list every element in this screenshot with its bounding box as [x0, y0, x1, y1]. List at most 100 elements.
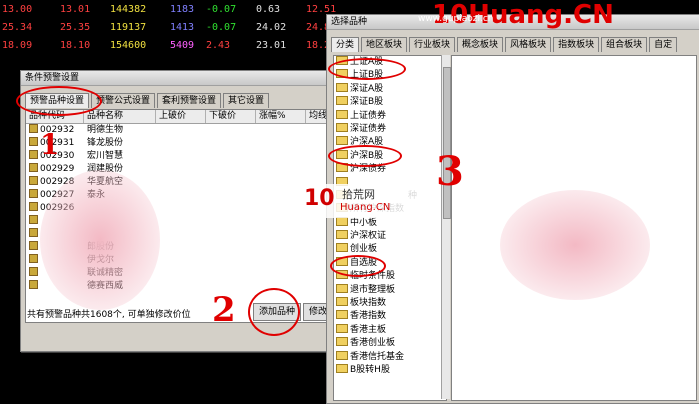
category-item-label: 深证B股 [350, 97, 384, 108]
tab-index[interactable]: 指数板块 [553, 37, 600, 52]
category-item-label: 香港指数 [350, 311, 387, 322]
folder-icon [336, 82, 348, 92]
category-item[interactable]: B股转H股 [334, 363, 446, 377]
folder-icon [336, 243, 348, 253]
ticker-cell: 23.01 [256, 40, 287, 51]
folder-icon [336, 363, 348, 373]
category-item[interactable]: 上证债券 [334, 109, 446, 123]
ticker-cell: 13.00 [2, 4, 33, 15]
col-change[interactable]: 涨幅% [256, 110, 306, 123]
tab-industry[interactable]: 行业板块 [409, 37, 456, 52]
category-item[interactable]: 中小板 [334, 216, 446, 230]
tab-category[interactable]: 分类 [331, 37, 360, 52]
scroll-thumb[interactable] [443, 67, 451, 219]
watermark-logo: 10 拾荒网 Huang.CN [302, 184, 422, 218]
category-item[interactable]: 板块指数 [334, 297, 446, 310]
stock-icon [29, 189, 38, 198]
table-row[interactable]: 002930 宏川智慧 [26, 150, 338, 163]
ticker-cell: 18.09 [2, 40, 33, 51]
ticker-cell: -0.07 [206, 4, 237, 15]
table-row[interactable]: 002932 明德生物 [26, 124, 338, 137]
category-item-label: 深证A股 [350, 83, 384, 94]
folder-icon [336, 310, 348, 320]
category-list[interactable]: 上证A股上证B股深证A股深证B股上证债券深证债券沪深A股沪深B股沪深债券种所有沪… [333, 55, 447, 401]
category-tabs: 分类 地区板块 行业板块 概念板块 风格板块 指数板块 组合板块 自定 [331, 37, 678, 52]
ticker-cell: -0.07 [206, 22, 237, 33]
ticker-cell: 0.63 [256, 4, 281, 15]
category-item[interactable]: 香港指数 [334, 310, 446, 323]
stock-icon [29, 137, 38, 146]
stock-icon [29, 202, 38, 211]
category-item[interactable]: 沪深权证 [334, 230, 446, 243]
tab-custom[interactable]: 自定 [649, 37, 678, 52]
row-name: 宏川智慧 [87, 151, 124, 161]
ticker-cell: 2.43 [206, 40, 231, 51]
category-item[interactable]: 香港主板 [334, 323, 446, 337]
category-item[interactable]: 深证债券 [334, 122, 446, 136]
folder-icon [336, 297, 348, 307]
category-item-label: 香港创业板 [350, 338, 396, 349]
list-scrollbar[interactable] [441, 55, 451, 399]
category-item-label: 中小板 [350, 217, 378, 228]
tab-concept[interactable]: 概念板块 [457, 37, 504, 52]
folder-icon [336, 109, 348, 119]
row-name: 明德生物 [87, 125, 124, 135]
tab-style[interactable]: 风格板块 [505, 37, 552, 52]
folder-icon [336, 230, 348, 240]
folder-icon [336, 216, 348, 226]
annotation-number: 2 [212, 290, 236, 330]
category-item-label: 上证债券 [350, 110, 387, 121]
category-item-label: 香港主板 [350, 324, 387, 335]
ticker-cell: 154600 [110, 40, 147, 51]
stock-icon [29, 163, 38, 172]
ticker-cell: 25.34 [2, 22, 33, 33]
ticker-cell: 119137 [110, 22, 147, 33]
category-item-label: 退市整理板 [350, 284, 396, 295]
ticker-cell: 144382 [110, 4, 147, 15]
stock-icon [29, 150, 38, 159]
category-item[interactable]: 深证B股 [334, 96, 446, 109]
category-item[interactable]: 香港信托基金 [334, 350, 446, 364]
tab-portfolio[interactable]: 组合板块 [601, 37, 648, 52]
dialog-title: 条件预警设置 [21, 71, 341, 86]
folder-icon [336, 96, 348, 106]
annotation-ring [16, 86, 102, 116]
table-row[interactable]: 002929 润建股份 [26, 163, 338, 176]
ticker-cell: 13.01 [60, 4, 91, 15]
category-item[interactable]: 香港创业板 [334, 337, 446, 350]
annotation-number: 1 [40, 128, 60, 161]
col-upper[interactable]: 上破价 [156, 110, 206, 123]
category-item-label: 深证债券 [350, 123, 387, 134]
row-code-text: 002929 [40, 164, 75, 174]
table-row[interactable]: 002931 锋龙股份 [26, 137, 338, 150]
category-item[interactable]: 深证A股 [334, 82, 446, 96]
stock-icon [29, 176, 38, 185]
tab-other-settings[interactable]: 其它设置 [223, 93, 270, 108]
stock-icon [29, 280, 38, 289]
annotation-number: 3 [436, 148, 464, 195]
category-item-label: 沪深权证 [350, 231, 387, 242]
category-item-label: B股转H股 [350, 364, 390, 375]
ticker-cell: 1183 [170, 4, 195, 15]
folder-icon [336, 136, 348, 146]
watermark-logo-name: 拾荒网 [342, 188, 375, 201]
folder-icon [336, 350, 348, 360]
tab-arbitrage-warning[interactable]: 套利预警设置 [157, 93, 222, 108]
ticker-cell: 18.10 [60, 40, 91, 51]
category-item-label: 香港信托基金 [350, 351, 405, 362]
row-name: 锋龙股份 [87, 138, 124, 148]
ticker-cell: 1413 [170, 22, 195, 33]
stock-icon [29, 241, 38, 250]
stock-icon [29, 215, 38, 224]
watermark-logo-domain: Huang.CN [340, 202, 391, 213]
folder-icon [336, 283, 348, 293]
col-name[interactable]: 品种名称 [84, 110, 156, 123]
col-lower[interactable]: 下破价 [206, 110, 256, 123]
annotation-ring [248, 288, 300, 336]
category-item[interactable]: 退市整理板 [334, 283, 446, 297]
folder-icon [336, 122, 348, 132]
annotation-ring [330, 255, 386, 277]
annotation-ring [328, 58, 406, 80]
tab-region[interactable]: 地区板块 [361, 37, 408, 52]
annotation-ring [328, 145, 402, 167]
